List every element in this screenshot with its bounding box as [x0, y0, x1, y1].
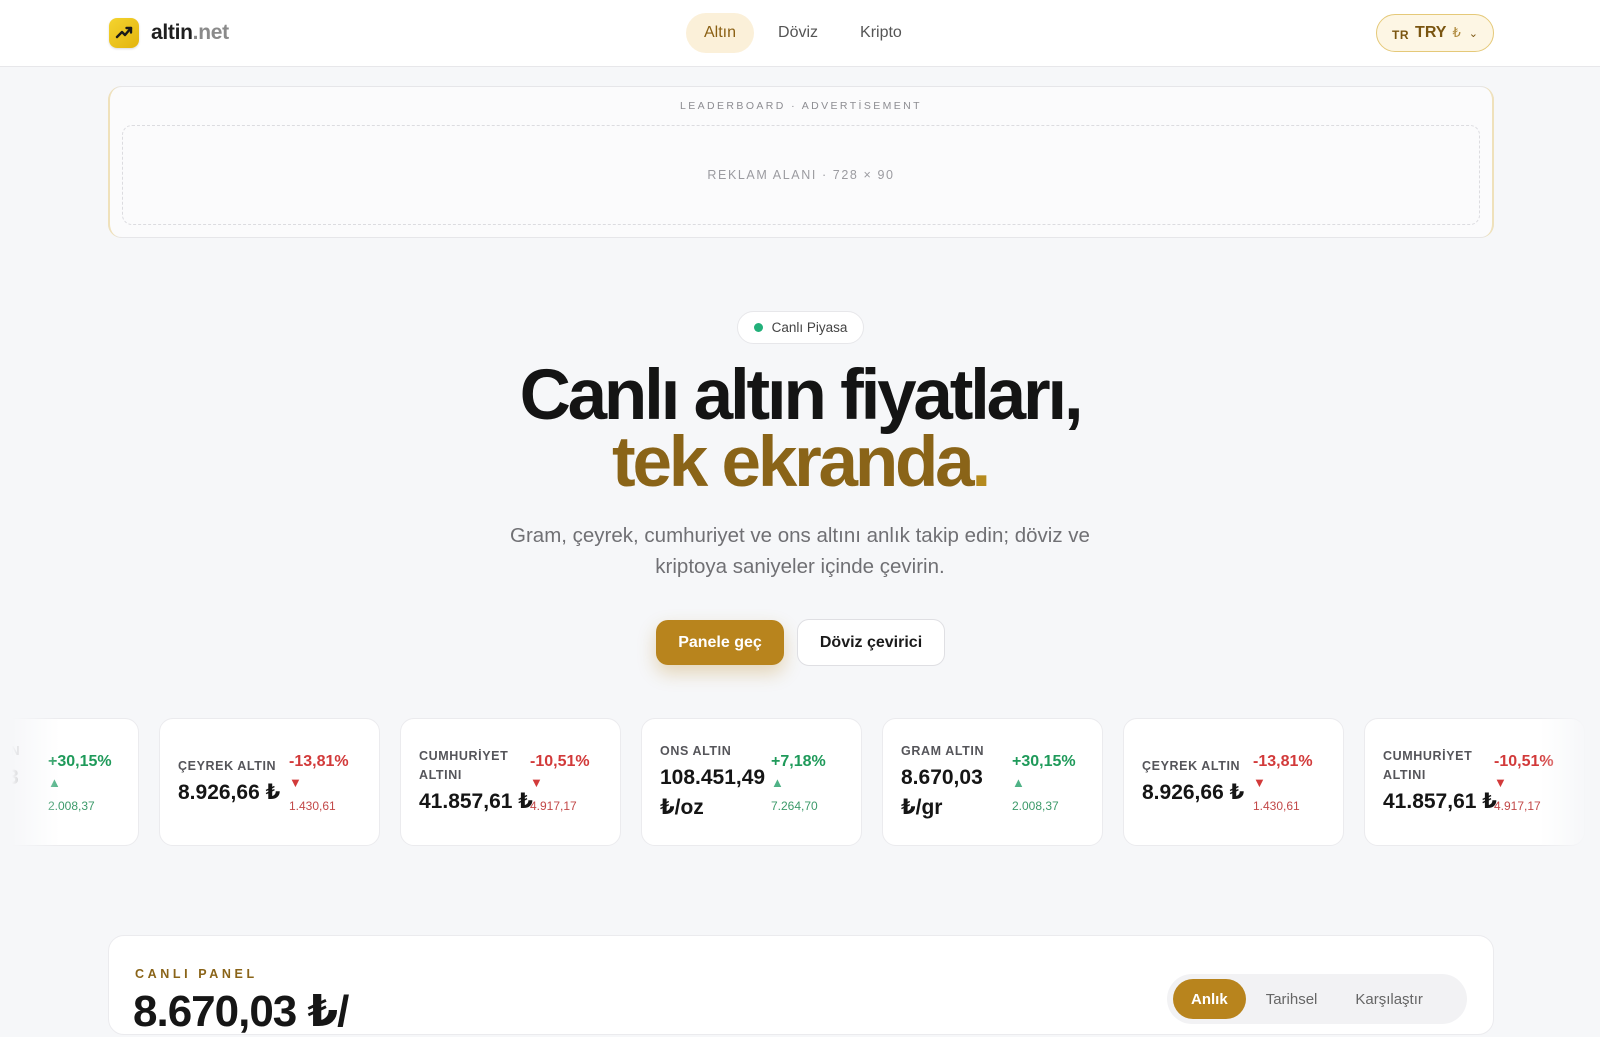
- ticker-price: 8.926,66 ₺: [178, 780, 281, 804]
- ticker-change-abs: 4.917,17: [1494, 799, 1541, 813]
- main-nav: Altın Döviz Kripto: [686, 13, 920, 53]
- currency-converter-button[interactable]: Döviz çevirici: [797, 619, 945, 666]
- ticker-change-abs: 7.264,70: [771, 799, 818, 813]
- arrow-up-icon: ▲: [48, 775, 61, 790]
- ticker-price: 108.451,49 ₺/oz: [660, 765, 766, 819]
- ticker-change-pct: -13,81%: [1253, 753, 1313, 770]
- arrow-up-icon: ▲: [771, 775, 784, 790]
- ticker-price: 41.857,61 ₺: [1383, 790, 1497, 813]
- ticker-card[interactable]: GRAM ALTIN8.670,03 ₺/gr +30,15%▲2.008,37: [0, 718, 139, 846]
- ticker-change-abs: 2.008,37: [1012, 799, 1059, 813]
- ticker-card[interactable]: CUMHURİYET ALTINI 41.857,61 ₺ -10,51% ▼ 4.9…: [400, 718, 621, 846]
- live-panel-value: 8.670,03 ₺/: [133, 987, 349, 1036]
- ticker-name: GRAM ALTIN: [901, 743, 985, 758]
- ticker-change-pct: +30,15%: [1012, 753, 1076, 770]
- go-to-panel-button[interactable]: Panele geç: [656, 620, 784, 665]
- live-panel-label: CANLI PANEL: [135, 967, 258, 981]
- top-navbar: altin.net Altın Döviz Kripto TR TRY ₺ ⌄: [0, 0, 1600, 67]
- ticker-name: CUMHURİYET ALTINI: [1383, 749, 1473, 782]
- ticker-card[interactable]: ÇEYREK ALTIN 8.926,66 ₺ -13,81% ▼ 1.430,61: [159, 718, 380, 846]
- currency-selector[interactable]: TR TRY ₺ ⌄: [1376, 14, 1494, 52]
- ticker-change-abs: 2.008,37: [48, 799, 95, 813]
- ticker-change-pct: +30,15%: [48, 753, 112, 770]
- ticker-name: CUMHURİYET ALTINI: [419, 749, 509, 782]
- live-panel: CANLI PANEL 8.670,03 ₺/ Anlık Tarihsel K…: [108, 935, 1494, 1036]
- nav-tab-altin[interactable]: Altın: [686, 13, 755, 53]
- ticker-change-abs: 4.917,17: [530, 799, 577, 813]
- ad-slot[interactable]: REKLAM ALANI · 728 × 90: [122, 125, 1480, 225]
- ticker-change-abs: 1.430,61: [289, 799, 336, 813]
- trend-up-icon: [109, 18, 139, 48]
- ticker-change-pct: -13,81%: [289, 753, 349, 770]
- ticker-card[interactable]: ONS ALTIN 108.451,49 ₺/oz +7,18% ▲ 7.264,70: [641, 718, 862, 846]
- ticker-price: 41.857,61 ₺: [419, 790, 533, 813]
- arrow-down-icon: ▼: [1253, 775, 1266, 790]
- tab-tarihsel[interactable]: Tarihsel: [1248, 979, 1336, 1019]
- brand-name: altin.net: [151, 21, 229, 44]
- ticker-price: 8.926,66 ₺: [1142, 780, 1245, 804]
- ad-label: LEADERBOARD · ADVERTİSEMENT: [680, 100, 922, 112]
- currency-symbol: ₺: [1452, 25, 1461, 40]
- nav-tab-kripto[interactable]: Kripto: [842, 13, 920, 53]
- panel-view-switch: Anlık Tarihsel Karşılaştır: [1167, 974, 1467, 1024]
- tab-karsilastir[interactable]: Karşılaştır: [1337, 979, 1441, 1019]
- ticker-card[interactable]: ÇEYREK ALTIN 8.926,66 ₺ -13,81% ▼ 1.430,61: [1123, 718, 1344, 846]
- nav-tab-doviz[interactable]: Döviz: [760, 13, 836, 53]
- chevron-down-icon: ⌄: [1468, 27, 1478, 40]
- arrow-down-icon: ▼: [289, 775, 302, 790]
- ticker-name: ÇEYREK ALTIN: [1142, 758, 1241, 773]
- arrow-down-icon: ▼: [530, 775, 543, 790]
- brand-logo-link[interactable]: altin.net: [109, 18, 229, 48]
- arrow-up-icon: ▲: [1012, 775, 1025, 790]
- country-code: TR: [1392, 27, 1410, 42]
- ticker-change-pct: -10,51%: [1494, 753, 1554, 770]
- ticker-card[interactable]: GRAM ALTIN 8.670,03 ₺/gr +30,15% ▲ 2.008,37: [882, 718, 1103, 846]
- currency-code: TRY: [1415, 24, 1447, 41]
- ticker-price: 8.670,03 ₺/gr: [901, 765, 983, 819]
- ticker-name: ÇEYREK ALTIN: [178, 758, 277, 773]
- ticker-change-pct: -10,51%: [530, 753, 590, 770]
- leaderboard-ad: LEADERBOARD · ADVERTİSEMENT REKLAM ALANI…: [108, 86, 1494, 238]
- tab-anlik[interactable]: Anlık: [1173, 979, 1246, 1019]
- arrow-down-icon: ▼: [1494, 775, 1507, 790]
- live-market-label: Canlı Piyasa: [771, 320, 848, 335]
- ticker-change-abs: 1.430,61: [1253, 799, 1300, 813]
- hero-subtitle: Gram, çeyrek, cumhuriyet ve ons altını a…: [510, 524, 1090, 578]
- live-market-badge: Canlı Piyasa: [737, 311, 864, 344]
- hero-title: Canlı altın fiyatları, tek ekranda.: [0, 360, 1600, 502]
- price-ticker: GRAM ALTIN 8.670,03 ₺/gr +30,15% ▲ 2.008,37…: [0, 718, 1600, 848]
- live-indicator-dot: [753, 323, 763, 332]
- hero-title-line2: tek ekranda.: [612, 423, 991, 502]
- ticker-change-pct: +7,18%: [771, 753, 826, 770]
- ticker-card[interactable]: CUMHURİYET ALTINI 41.857,61 ₺ -10,51% ▼ 4.9…: [1364, 718, 1585, 846]
- ticker-track: GRAM ALTIN 8.670,03 ₺/gr +30,15% ▲ 2.008,37…: [0, 718, 1585, 846]
- ticker-name: ONS ALTIN: [660, 743, 732, 758]
